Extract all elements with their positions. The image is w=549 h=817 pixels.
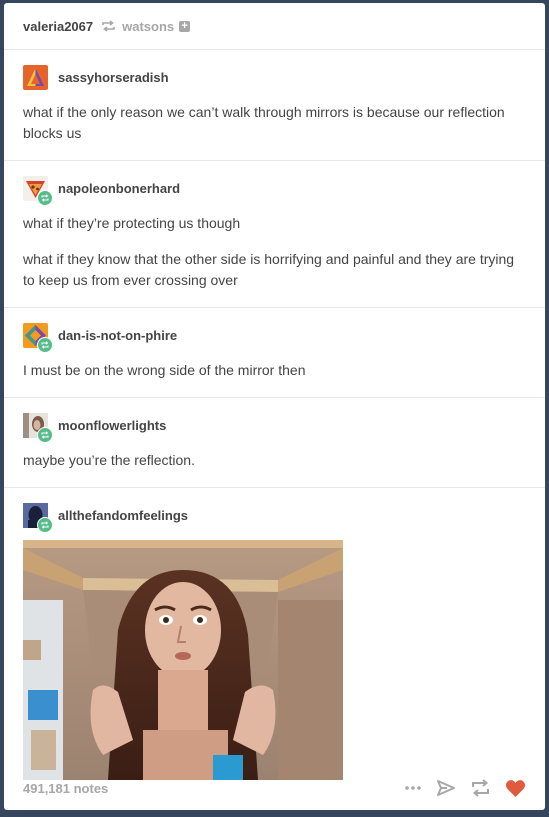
entry-username[interactable]: dan-is-not-on-phire (58, 328, 177, 343)
reblog-entry: napoleonbonerhard what if they’re protec… (4, 161, 545, 308)
plus-icon[interactable]: + (179, 20, 191, 32)
reblog-entry: allthefandomfeelings (4, 488, 545, 780)
entry-username[interactable]: napoleonbonerhard (58, 181, 180, 196)
share-icon[interactable] (436, 779, 456, 797)
entry-username[interactable]: moonflowerlights (58, 418, 166, 433)
more-icon[interactable] (404, 785, 422, 791)
post-header: valeria2067 watsons + (4, 3, 545, 50)
entry-username[interactable]: sassyhorseradish (58, 70, 169, 85)
reblog-icon (101, 20, 116, 32)
reblog-badge-icon (37, 427, 53, 443)
reblog-entry: moonflowerlights maybe you’re the reflec… (4, 398, 545, 488)
avatar[interactable] (23, 503, 53, 533)
reblog-source-link[interactable]: watsons (122, 19, 174, 34)
avatar[interactable] (23, 323, 53, 353)
entry-text: I must be on the wrong side of the mirro… (23, 362, 306, 378)
avatar[interactable] (23, 176, 53, 206)
post-author-link[interactable]: valeria2067 (23, 19, 93, 34)
like-icon[interactable] (505, 779, 526, 798)
reblog-entry: dan-is-not-on-phire I must be on the wro… (4, 308, 545, 398)
avatar[interactable] (23, 65, 48, 90)
entry-username[interactable]: allthefandomfeelings (58, 508, 188, 523)
reblog-badge-icon (37, 337, 53, 353)
entry-text: what if the only reason we can’t walk th… (23, 104, 505, 141)
reblog-badge-icon (37, 517, 53, 533)
post-photo[interactable] (23, 540, 343, 780)
reblog-entry: sassyhorseradish what if the only reason… (4, 50, 545, 161)
entry-text: what if they know that the other side is… (23, 251, 515, 288)
entry-text: what if they’re protecting us though (23, 215, 241, 231)
avatar[interactable] (23, 413, 53, 443)
post-footer: 491,181 notes (4, 766, 545, 810)
notes-count[interactable]: 491,181 notes (23, 781, 390, 796)
entry-text: maybe you’re the reflection. (23, 452, 195, 468)
reblog-badge-icon (37, 190, 53, 206)
post-card: valeria2067 watsons + sassyhorseradish w… (4, 3, 545, 810)
reblog-icon[interactable] (470, 779, 491, 797)
